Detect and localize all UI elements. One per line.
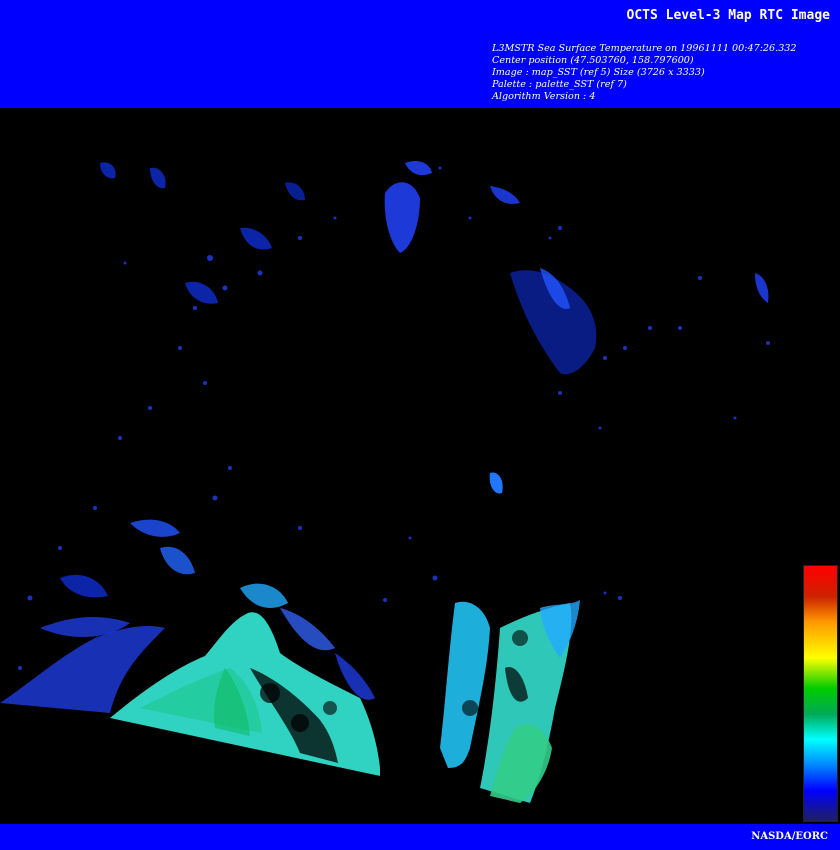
- footer-banner: NASDA/EORC: [0, 824, 840, 850]
- metadata-line-algorithm: Algorithm Version : 4: [492, 91, 596, 102]
- credit-label: NASDA/EORC: [751, 831, 828, 842]
- image-title: OCTS Level-3 Map RTC Image: [626, 8, 831, 23]
- sst-map-image: [0, 108, 840, 824]
- metadata-line-palette: Palette : palette_SST (ref 7): [492, 79, 627, 90]
- sst-color-scale: [803, 565, 838, 822]
- metadata-block: L3MSTR Sea Surface Temperature on 199611…: [492, 43, 797, 103]
- metadata-line-center: Center position (47.503760, 158.797600): [492, 55, 694, 66]
- metadata-line-product: L3MSTR Sea Surface Temperature on 199611…: [492, 43, 797, 54]
- image-frame: OCTS Level-3 Map RTC Image L3MSTR Sea Su…: [0, 0, 840, 850]
- header-banner: OCTS Level-3 Map RTC Image L3MSTR Sea Su…: [0, 0, 840, 108]
- metadata-line-image: Image : map_SST (ref 5) Size (3726 x 333…: [492, 67, 705, 78]
